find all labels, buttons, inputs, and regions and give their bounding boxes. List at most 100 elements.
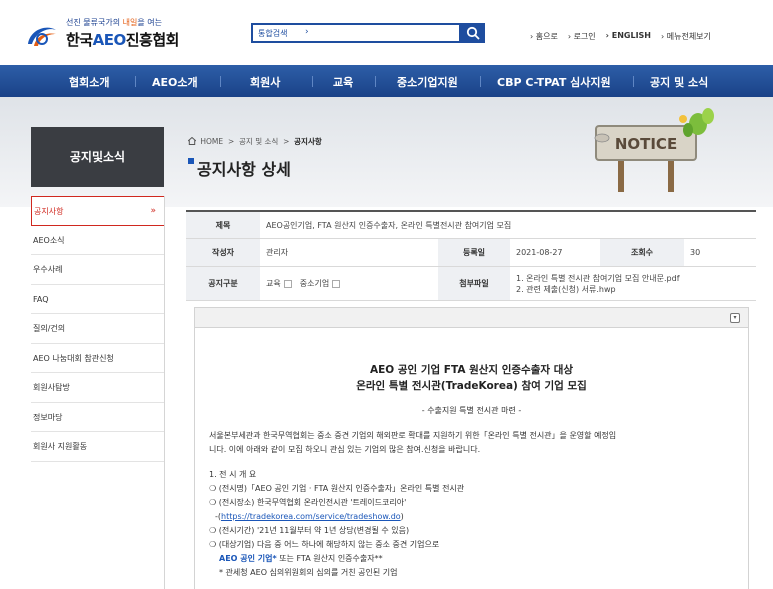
notice-sign-illustration: NOTICE <box>594 108 714 192</box>
sidebar-item-member-support[interactable]: 회원사 지원활동 <box>31 432 164 462</box>
sidebar-item-sharing-event[interactable]: AEO 나눔대회 참관신청 <box>31 344 164 373</box>
site-logo[interactable]: 선진 물류국가의 내일을 여는 한국AEO진흥협회 <box>26 14 186 54</box>
nav-separator <box>220 76 221 87</box>
attachment-link[interactable]: 2. 관련 제출(신청) 서류.hwp <box>516 284 616 295</box>
category-option-label: 교육 <box>266 279 281 288</box>
sidebar-item-label: AEO 나눔대회 참관신청 <box>33 353 114 363</box>
sidebar-item-best-practice[interactable]: 우수사례 <box>31 255 164 285</box>
body-section-heading: 1. 전 시 개 요 <box>209 470 257 479</box>
sidebar-item-label: 우수사례 <box>33 265 63 274</box>
home-icon <box>187 136 197 145</box>
search-button[interactable] <box>461 23 485 43</box>
util-link-english[interactable]: › ENGLISH <box>606 31 651 42</box>
attachment-label: 첨부파일 <box>438 267 510 300</box>
body-line-link: -(https://tradekorea.com/service/tradesh… <box>215 511 404 523</box>
author-label: 작성자 <box>186 239 260 266</box>
breadcrumb-level1[interactable]: 공지 및 소식 <box>239 137 278 146</box>
sidebar-item-inquiry[interactable]: 질의/건의 <box>31 314 164 344</box>
utility-links: › 홈으로 › 로그인 › ENGLISH › 메뉴전체보기 <box>530 31 711 42</box>
nav-separator <box>375 76 376 87</box>
logo-name-brand: AEO <box>92 31 127 49</box>
sidebar-item-notice[interactable]: 공지사항 » <box>31 196 164 226</box>
sidebar-item-aeo-news[interactable]: AEO소식 <box>31 226 164 255</box>
aeo-line-rest: 또는 FTA 원산지 인증수출자** <box>276 554 383 563</box>
nav-item-sme-support[interactable]: 중소기업지원 <box>397 74 458 90</box>
sidebar-item-faq[interactable]: FAQ <box>31 285 164 314</box>
subject-value: AEO공인기업, FTA 원산지 인증수출자, 온라인 특별전시관 참여기업 모… <box>266 220 512 230</box>
body-intro-line2: 니다. 이에 아래와 같이 모집 하오니 관심 있는 기업의 많은 참여.신청을… <box>209 445 481 454</box>
logo-tagline: 선진 물류국가의 내일을 여는 <box>66 17 162 28</box>
nav-separator <box>312 76 313 87</box>
page-title: 공지사항 상세 <box>188 156 291 180</box>
sidebar-item-label: 정보마당 <box>33 412 63 422</box>
subject-label: 제목 <box>186 212 260 238</box>
sidebar-item-info[interactable]: 정보마당 <box>31 403 164 432</box>
util-link-sitemap[interactable]: › 메뉴전체보기 <box>661 31 711 42</box>
category-option-label: 중소기업 <box>299 279 330 288</box>
util-link-login[interactable]: › 로그인 <box>568 31 596 42</box>
tagline-text: 선진 물류국가의 <box>66 18 123 27</box>
breadcrumb-home[interactable]: HOME <box>200 137 223 146</box>
body-title-line2: 온라인 특별 전시관(TradeKorea) 참여 기업 모집 <box>356 380 587 392</box>
body-title-line1: AEO 공인 기업 FTA 원산지 인증수출자 대상 <box>369 364 574 376</box>
body-line-period: ❍ (전시기간) '21년 11월부터 약 1년 상당(변경될 수 있음) <box>209 526 410 535</box>
tradekorea-link[interactable]: https://tradekorea.com/service/tradeshow… <box>221 512 401 521</box>
nav-item-aeo[interactable]: AEO소개 <box>152 74 198 90</box>
category-checkbox[interactable] <box>283 279 292 288</box>
sidebar-item-label: FAQ <box>33 294 49 304</box>
logo-name-suffix: 진흥협회 <box>125 31 180 49</box>
notice-sign-text: NOTICE <box>615 135 677 153</box>
title-bullet-icon <box>188 158 194 164</box>
tagline-text-end: 을 여는 <box>137 18 162 27</box>
breadcrumb-current: 공지사항 <box>294 137 322 146</box>
util-link-home[interactable]: › 홈으로 <box>530 31 558 42</box>
sidebar-item-label: 질의/건의 <box>33 324 66 333</box>
table-row-meta: 작성자 관리자 등록일 2021-08-27 조회수 30 <box>186 239 756 267</box>
main-nav: 협회소개 AEO소개 회원사 교육 중소기업지원 CBP C-TPAT 심사지원… <box>0 65 773 97</box>
category-checkbox[interactable] <box>332 279 341 288</box>
attachment-link[interactable]: 1. 온라인 특별 전시관 참여기업 모집 안내문.pdf <box>516 273 680 284</box>
date-value: 2021-08-27 <box>516 248 563 257</box>
nav-item-about[interactable]: 협회소개 <box>69 74 109 90</box>
body-line-place: ❍ (전시장소) 한국무역협회 온라인전시관 '트레이드코리아' <box>209 498 407 507</box>
body-line-target: ❍ (대상기업) 다음 중 어느 하나에 해당하지 않는 중소 중견 기업으로 <box>209 540 440 549</box>
attachment-list: 1. 온라인 특별 전시관 참여기업 모집 안내문.pdf 2. 관련 제출(신… <box>510 267 680 300</box>
sidebar-menu: 공지사항 » AEO소식 우수사례 FAQ 질의/건의 AEO 나눔대회 참관신청… <box>31 196 164 462</box>
collapse-icon[interactable]: ▾ <box>730 313 740 323</box>
nav-item-notice-news[interactable]: 공지 및 소식 <box>650 74 708 90</box>
nav-item-ctpat[interactable]: CBP C-TPAT 심사지원 <box>497 74 611 90</box>
search-input[interactable]: 통합검색 › <box>251 23 461 43</box>
body-intro-line1: 서울본부세관과 한국무역협회는 중소 중견 기업의 해외판로 확대를 지원하기 … <box>209 431 617 440</box>
search-scope-label[interactable]: 통합검색 <box>258 28 287 39</box>
search-scope-arrow-icon: › <box>305 27 309 37</box>
nav-item-education[interactable]: 교육 <box>333 74 353 90</box>
notice-body: ▾ AEO 공인 기업 FTA 원산지 인증수출자 대상 온라인 특별 전시관(… <box>194 307 749 589</box>
sidebar-item-label: 회원사탐방 <box>33 383 70 392</box>
sidebar-item-label: AEO소식 <box>33 235 65 245</box>
page-title-text: 공지사항 상세 <box>197 160 291 179</box>
breadcrumb: HOME > 공지 및 소식 > 공지사항 <box>187 136 322 147</box>
sidebar-item-member-visit[interactable]: 회원사탐방 <box>31 373 164 403</box>
author-value: 관리자 <box>266 248 289 257</box>
logo-name: 한국AEO진흥협회 <box>66 29 179 50</box>
sidebar-item-label: 회원사 지원활동 <box>33 442 88 451</box>
nav-separator <box>480 76 481 87</box>
breadcrumb-separator: > <box>283 137 290 146</box>
link-suffix: ) <box>400 512 404 521</box>
breadcrumb-separator: > <box>227 137 235 146</box>
sidebar-divider <box>164 196 165 589</box>
category-label: 공지구분 <box>186 267 260 300</box>
site-header: 선진 물류국가의 내일을 여는 한국AEO진흥협회 통합검색 › › 홈으로 ›… <box>0 0 773 65</box>
views-label: 조회수 <box>600 239 684 266</box>
sidebar-item-label: 공지사항 <box>34 207 64 216</box>
logo-mark-icon <box>28 27 56 46</box>
nav-item-members[interactable]: 회원사 <box>250 74 280 90</box>
body-line-name: ❍ (전시명)「AEO 공인 기업 · FTA 원산지 인증수출자」온라인 특별… <box>209 484 465 493</box>
search-icon <box>466 26 480 40</box>
date-label: 등록일 <box>438 239 510 266</box>
aeo-company-emphasis: AEO 공인 기업* <box>219 554 277 563</box>
table-row-category: 공지구분 교육 중소기업 첨부파일 1. 온라인 특별 전시관 참여기업 모집 … <box>186 267 756 301</box>
table-row-subject: 제목 AEO공인기업, FTA 원산지 인증수출자, 온라인 특별전시관 참여기… <box>186 212 756 239</box>
tagline-highlight: 내일 <box>122 18 138 27</box>
nav-separator <box>135 76 136 87</box>
